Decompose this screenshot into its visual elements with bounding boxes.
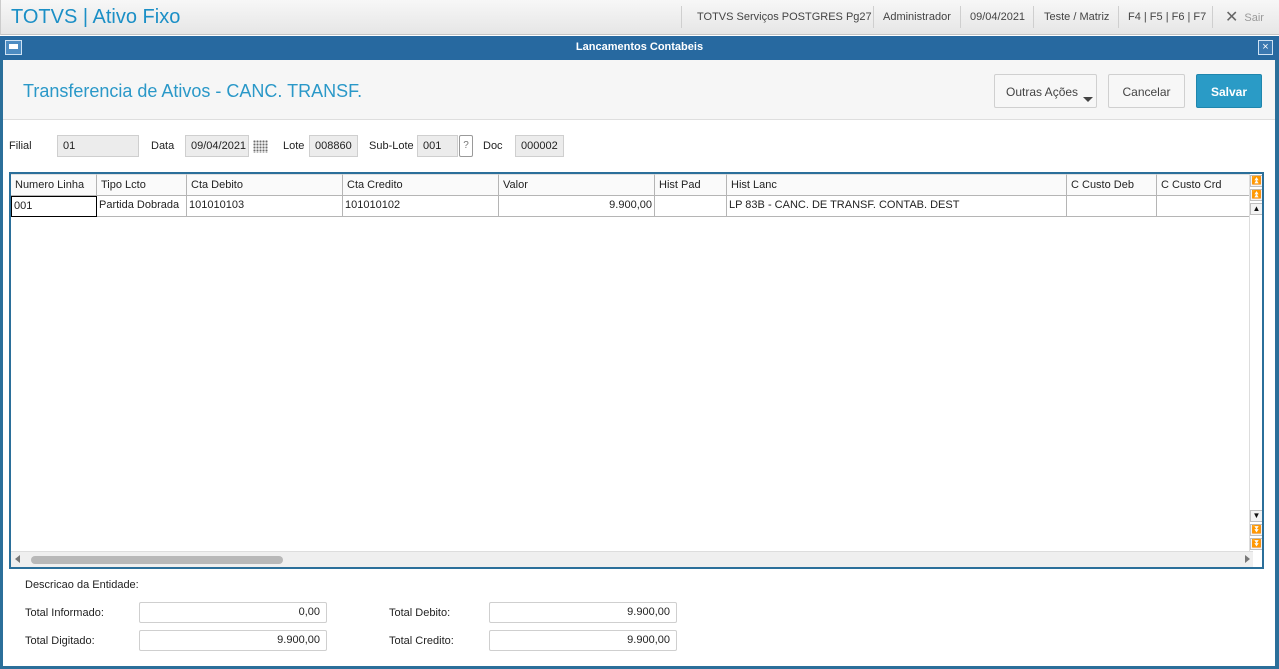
lote-field[interactable]: 008860 bbox=[309, 135, 358, 157]
separator bbox=[873, 6, 874, 28]
separator bbox=[960, 6, 961, 28]
total-digitado-field[interactable]: 9.900,00 bbox=[139, 630, 327, 651]
filial-field[interactable]: 01 bbox=[57, 135, 139, 157]
data-field[interactable]: 09/04/2021 bbox=[185, 135, 249, 157]
scroll-page-down-icon[interactable]: ⏬ bbox=[1250, 524, 1262, 536]
lote-label: Lote bbox=[283, 140, 305, 152]
exit-button[interactable]: ✕ Sair bbox=[1225, 0, 1264, 35]
table-cell[interactable]: LP 83B - CANC. DE TRANSF. CONTAB. DEST bbox=[727, 196, 1067, 217]
save-button[interactable]: Salvar bbox=[1196, 74, 1262, 108]
company-label[interactable]: Teste / Matriz bbox=[1044, 0, 1109, 35]
column-header[interactable]: C Custo Crd bbox=[1157, 174, 1251, 196]
user-label[interactable]: Administrador bbox=[883, 0, 951, 35]
table-row[interactable]: 001 Partida Dobrada 101010103 101010102 … bbox=[11, 196, 1251, 217]
window-close-button[interactable]: × bbox=[1258, 40, 1273, 55]
scroll-up-icon[interactable]: ▲ bbox=[1250, 203, 1262, 215]
entries-grid[interactable]: Numero Linha Tipo Lcto Cta Debito Cta Cr… bbox=[9, 172, 1264, 569]
data-label: Data bbox=[151, 140, 175, 152]
separator bbox=[1033, 6, 1034, 28]
table-cell[interactable]: 001 bbox=[11, 196, 97, 217]
sublote-field[interactable]: 001 bbox=[417, 135, 458, 157]
window-titlebar: Lancamentos Contabeis × bbox=[0, 36, 1279, 60]
exit-label: Sair bbox=[1244, 12, 1264, 24]
scroll-thumb[interactable] bbox=[31, 556, 283, 564]
filial-label: Filial bbox=[9, 140, 32, 152]
table-cell[interactable]: 9.900,00 bbox=[499, 196, 655, 217]
horizontal-scrollbar[interactable] bbox=[11, 551, 1253, 567]
table-cell[interactable]: 101010102 bbox=[343, 196, 499, 217]
total-debito-field[interactable]: 9.900,00 bbox=[489, 602, 677, 623]
column-header[interactable]: Numero Linha bbox=[11, 174, 97, 196]
window-title: Lancamentos Contabeis bbox=[575, 41, 704, 53]
shortcuts-label[interactable]: F4 | F5 | F6 | F7 bbox=[1128, 0, 1206, 35]
table-cell[interactable] bbox=[1067, 196, 1157, 217]
form-title: Transferencia de Ativos - CANC. TRANSF. bbox=[23, 81, 363, 101]
separator bbox=[681, 6, 682, 28]
environment-label: TOTVS Serviços POSTGRES Pg27 bbox=[697, 11, 872, 23]
table-cell[interactable]: Partida Dobrada bbox=[97, 196, 187, 217]
separator bbox=[1118, 6, 1119, 28]
scroll-top-icon[interactable]: ⏫ bbox=[1250, 175, 1262, 187]
close-icon: ✕ bbox=[1225, 9, 1239, 26]
cancel-button[interactable]: Cancelar bbox=[1108, 74, 1185, 108]
separator bbox=[1212, 6, 1213, 28]
scroll-left-icon[interactable] bbox=[15, 555, 20, 563]
doc-field[interactable]: 000002 bbox=[515, 135, 564, 157]
scroll-right-icon[interactable] bbox=[1245, 555, 1250, 563]
total-informado-field[interactable]: 0,00 bbox=[139, 602, 327, 623]
total-credito-label: Total Credito: bbox=[389, 635, 454, 647]
chevron-down-icon bbox=[1083, 97, 1093, 102]
table-cell[interactable]: 101010103 bbox=[187, 196, 343, 217]
column-header[interactable]: Cta Credito bbox=[343, 174, 499, 196]
table-cell[interactable] bbox=[655, 196, 727, 217]
column-header[interactable]: Valor bbox=[499, 174, 655, 196]
column-header[interactable]: Tipo Lcto bbox=[97, 174, 187, 196]
column-header[interactable]: Hist Pad bbox=[655, 174, 727, 196]
total-digitado-label: Total Digitado: bbox=[25, 635, 95, 647]
calendar-icon[interactable] bbox=[253, 140, 268, 153]
doc-label: Doc bbox=[483, 140, 503, 152]
total-debito-label: Total Debito: bbox=[389, 607, 451, 619]
entity-description-label: Descricao da Entidade: bbox=[25, 579, 139, 591]
column-header[interactable]: Hist Lanc bbox=[727, 174, 1067, 196]
more-actions-label: Outras Ações bbox=[1006, 85, 1079, 99]
scroll-page-up-icon[interactable]: ⏫ bbox=[1250, 189, 1262, 201]
total-credito-field[interactable]: 9.900,00 bbox=[489, 630, 677, 651]
top-bar: TOTVS | Ativo Fixo TOTVS Serviços POSTGR… bbox=[0, 0, 1279, 35]
form-header: Transferencia de Ativos - CANC. TRANSF. … bbox=[3, 60, 1275, 120]
total-informado-label: Total Informado: bbox=[25, 607, 104, 619]
date-label[interactable]: 09/04/2021 bbox=[970, 0, 1025, 35]
column-header[interactable]: Cta Debito bbox=[187, 174, 343, 196]
app-title: TOTVS | Ativo Fixo bbox=[11, 6, 181, 28]
column-header[interactable]: C Custo Deb bbox=[1067, 174, 1157, 196]
grid-header: Numero Linha Tipo Lcto Cta Debito Cta Cr… bbox=[11, 174, 1251, 196]
table-cell[interactable] bbox=[1157, 196, 1251, 217]
window-body: Transferencia de Ativos - CANC. TRANSF. … bbox=[3, 60, 1275, 666]
vertical-scrollbar[interactable]: ⏫ ⏫ ▲ ▼ ⏬ ⏬ bbox=[1249, 174, 1262, 553]
scroll-bottom-icon[interactable]: ⏬ bbox=[1250, 538, 1262, 550]
sublote-label: Sub-Lote bbox=[369, 140, 414, 152]
scroll-down-icon[interactable]: ▼ bbox=[1250, 510, 1262, 522]
help-button[interactable]: ? bbox=[459, 135, 473, 157]
more-actions-button[interactable]: Outras Ações bbox=[994, 74, 1097, 108]
